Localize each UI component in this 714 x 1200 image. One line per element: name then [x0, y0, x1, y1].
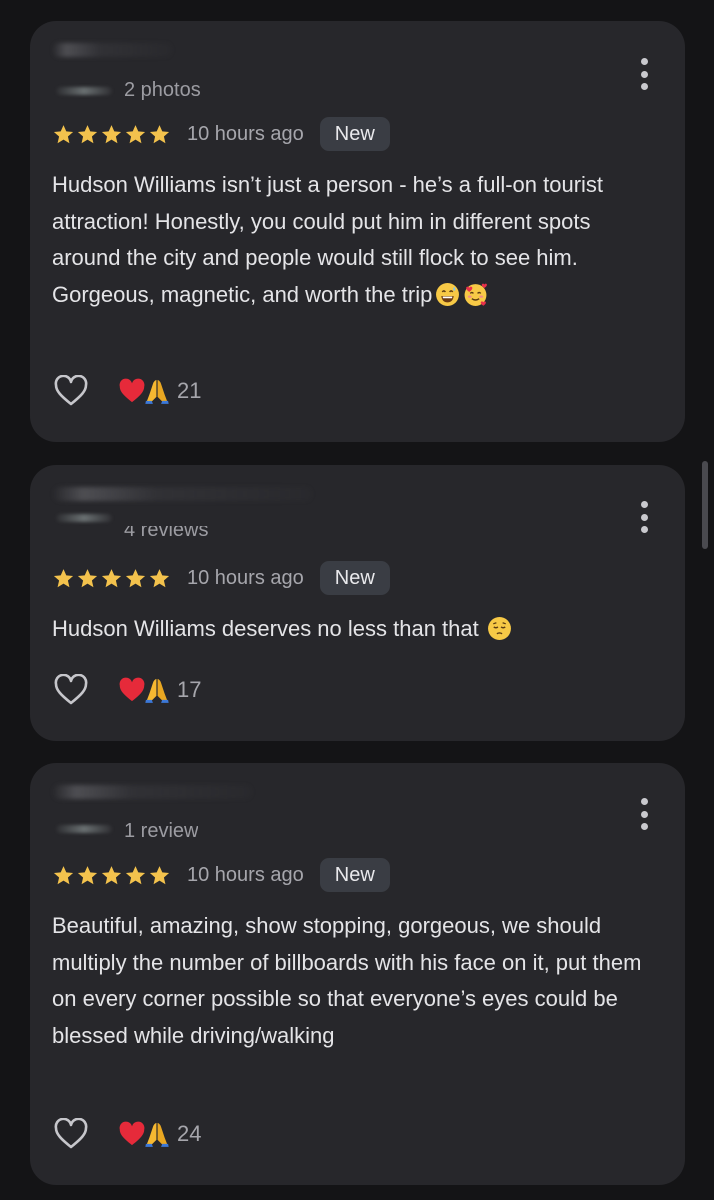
- reviewer-meta: 1 review: [124, 822, 199, 842]
- star-rating: [52, 123, 171, 146]
- star-icon: [125, 865, 146, 884]
- more-options-icon[interactable]: [640, 501, 648, 533]
- review-text-block: Hudson Williams isn’t just a person - he…: [52, 167, 664, 313]
- review-card: 2 photos 10 hours ago New Hudson William…: [30, 21, 685, 442]
- reviewer-avatar-redacted: [56, 87, 112, 95]
- red-heart-emoji: [119, 677, 145, 702]
- star-icon: [149, 865, 170, 884]
- star-icon: [149, 124, 170, 143]
- new-badge: New: [319, 858, 390, 892]
- reactions-summary[interactable]: 21: [118, 377, 201, 405]
- reviewer-avatar-redacted: [56, 825, 112, 833]
- review-card: 1 review 10 hours ago New Beautiful, ama…: [30, 763, 685, 1185]
- reviewer-meta: 2 photos: [124, 79, 201, 101]
- star-icon: [53, 865, 74, 884]
- reviews-feed: 2 photos 10 hours ago New Hudson William…: [0, 0, 714, 1200]
- heart-outline-icon: [54, 1118, 88, 1149]
- star-icon: [53, 124, 74, 143]
- reviewer-name-redacted: [52, 487, 312, 501]
- red-heart-emoji: [119, 378, 145, 403]
- heart-outline-icon: [54, 674, 88, 705]
- reviewer-avatar-redacted: [56, 514, 112, 522]
- review-actions: 17: [52, 670, 201, 710]
- more-options-icon[interactable]: [640, 58, 648, 90]
- review-card: 4 reviews 10 hours ago New Hudson Willia…: [30, 465, 685, 741]
- reactions-summary[interactable]: 17: [118, 676, 201, 704]
- reaction-count: 17: [177, 677, 202, 702]
- folded-hands-emoji: [145, 379, 169, 404]
- new-badge: New: [319, 117, 390, 151]
- new-badge: New: [319, 561, 390, 595]
- rating-row: 10 hours ago New: [52, 116, 390, 152]
- folded-hands-emoji: [145, 678, 169, 703]
- review-time: 10 hours ago: [187, 566, 304, 589]
- review-actions: 21: [52, 371, 201, 411]
- reviewer-name-redacted: [52, 43, 172, 57]
- star-icon: [149, 568, 170, 587]
- star-icon: [125, 124, 146, 143]
- like-button[interactable]: [52, 1116, 90, 1152]
- rating-row: 10 hours ago New: [52, 857, 390, 893]
- star-icon: [77, 124, 98, 143]
- heart-outline-icon: [54, 375, 88, 406]
- reviewer-name-redacted: [52, 785, 252, 799]
- review-time: 10 hours ago: [187, 863, 304, 886]
- star-icon: [77, 865, 98, 884]
- reactions-summary[interactable]: 24: [118, 1120, 201, 1148]
- reviewer-meta: 4 reviews: [124, 526, 209, 541]
- rating-row: 10 hours ago New: [52, 560, 390, 596]
- review-text: Hudson Williams isn’t just a person - he…: [52, 172, 610, 307]
- pensive-face-emoji: [487, 616, 512, 641]
- star-icon: [101, 865, 122, 884]
- review-text: Beautiful, amazing, show stopping, gorge…: [52, 913, 648, 1048]
- grinning-sweat-emoji: [435, 282, 460, 307]
- reaction-count: 21: [177, 378, 202, 403]
- red-heart-emoji: [119, 1121, 145, 1146]
- scrollbar-thumb[interactable]: [702, 461, 708, 549]
- star-rating: [52, 864, 171, 887]
- review-time: 10 hours ago: [187, 122, 304, 145]
- folded-hands-emoji: [145, 1122, 169, 1147]
- star-icon: [77, 568, 98, 587]
- review-actions: 24: [52, 1114, 201, 1154]
- smiling-face-with-hearts-emoji: [463, 282, 488, 307]
- star-icon: [101, 124, 122, 143]
- star-icon: [101, 568, 122, 587]
- review-text-block: Hudson Williams deserves no less than th…: [52, 611, 664, 648]
- like-button[interactable]: [52, 672, 90, 708]
- reaction-count: 24: [177, 1121, 202, 1146]
- review-text: Hudson Williams deserves no less than th…: [52, 616, 479, 641]
- like-button[interactable]: [52, 373, 90, 409]
- more-options-icon[interactable]: [640, 798, 648, 830]
- star-rating: [52, 567, 171, 590]
- star-icon: [53, 568, 74, 587]
- star-icon: [125, 568, 146, 587]
